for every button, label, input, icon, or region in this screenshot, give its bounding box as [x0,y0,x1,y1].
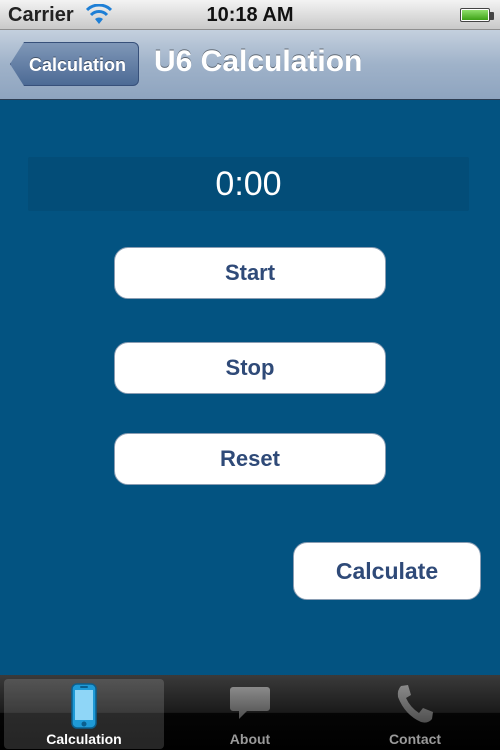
battery-level-fill [462,10,488,20]
reset-button[interactable]: Reset [114,433,386,485]
status-time: 10:18 AM [206,4,294,26]
tab-label-contact: Contact [388,731,442,747]
status-bar: Carrier 10:18 AM [0,0,500,30]
tab-bar: Calculation About Contact [0,675,500,750]
tab-label-calculation: Calculation [46,731,122,747]
battery-tip [490,12,494,20]
timer-display: 0:00 [28,157,469,211]
page-title: U6 Calculation [154,45,363,78]
timer-value: 0:00 [215,165,282,203]
tab-about[interactable]: About [170,679,330,749]
tab-contact[interactable]: Contact [335,679,495,749]
battery-icon [460,8,490,22]
back-button[interactable]: Calculation [10,42,140,86]
main-content: 0:00 Start Stop Reset Calculate [0,100,500,675]
stop-button[interactable]: Stop [114,342,386,394]
tab-calculation[interactable]: Calculation [4,679,164,749]
navigation-bar: Calculation U6 Calculation [0,30,500,100]
tab-label-about: About [229,731,271,747]
phone-device-icon [71,683,97,729]
speech-bubble-icon [230,687,270,719]
telephone-handset-icon [397,685,433,723]
start-button[interactable]: Start [114,247,386,299]
calculate-button[interactable]: Calculate [293,542,481,600]
app-screen: Carrier 10:18 AM Calculation U6 Calculat… [0,0,500,750]
